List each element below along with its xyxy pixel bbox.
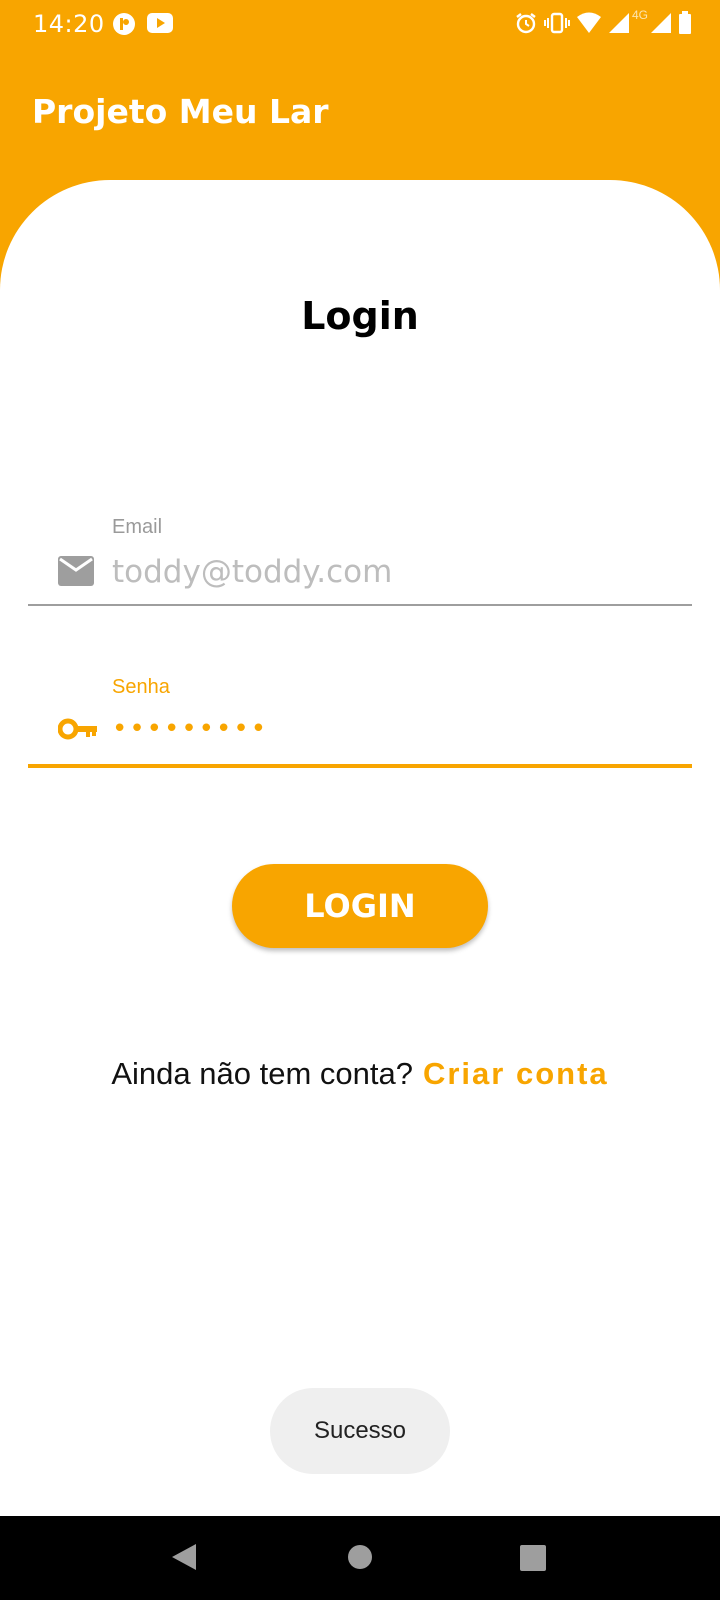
youtube-icon <box>146 12 174 36</box>
status-time: 14:20 <box>33 10 105 38</box>
signal-icon <box>608 12 630 34</box>
toast-message: Sucesso <box>270 1388 450 1474</box>
back-icon[interactable] <box>170 1542 198 1577</box>
signup-row: Ainda não tem conta? Criar conta <box>0 1056 720 1092</box>
alarm-icon <box>514 11 538 35</box>
password-underline <box>28 764 692 768</box>
recents-icon[interactable] <box>519 1544 547 1577</box>
password-label: Senha <box>112 676 170 698</box>
signal-icon <box>650 12 672 34</box>
login-button[interactable]: LOGIN <box>232 864 488 948</box>
email-underline <box>28 604 692 606</box>
email-field-container[interactable]: Email <box>28 516 692 616</box>
vibrate-icon <box>543 11 570 35</box>
login-card: Login Email Senha ••••••••• LOGIN Ainda … <box>0 180 720 1516</box>
password-input[interactable]: ••••••••• <box>112 714 672 758</box>
create-account-link[interactable]: Criar conta <box>423 1056 609 1091</box>
navigation-bar <box>0 1516 720 1600</box>
battery-icon <box>678 11 692 35</box>
toast-text: Sucesso <box>313 1417 407 1444</box>
home-icon[interactable] <box>347 1544 373 1575</box>
email-input[interactable] <box>112 550 672 594</box>
key-icon <box>57 718 98 745</box>
password-field-container[interactable]: Senha ••••••••• <box>28 676 692 776</box>
email-label: Email <box>112 516 163 538</box>
wifi-icon <box>576 12 602 34</box>
signup-prompt: Ainda não tem conta? <box>111 1056 413 1091</box>
status-bar: 14:20 4G <box>0 0 720 50</box>
login-heading: Login <box>301 294 419 338</box>
notification-app-icon <box>112 12 136 36</box>
email-icon <box>58 556 94 591</box>
app-title: Projeto Meu Lar <box>32 92 329 131</box>
network-type-label: 4G <box>631 8 648 22</box>
